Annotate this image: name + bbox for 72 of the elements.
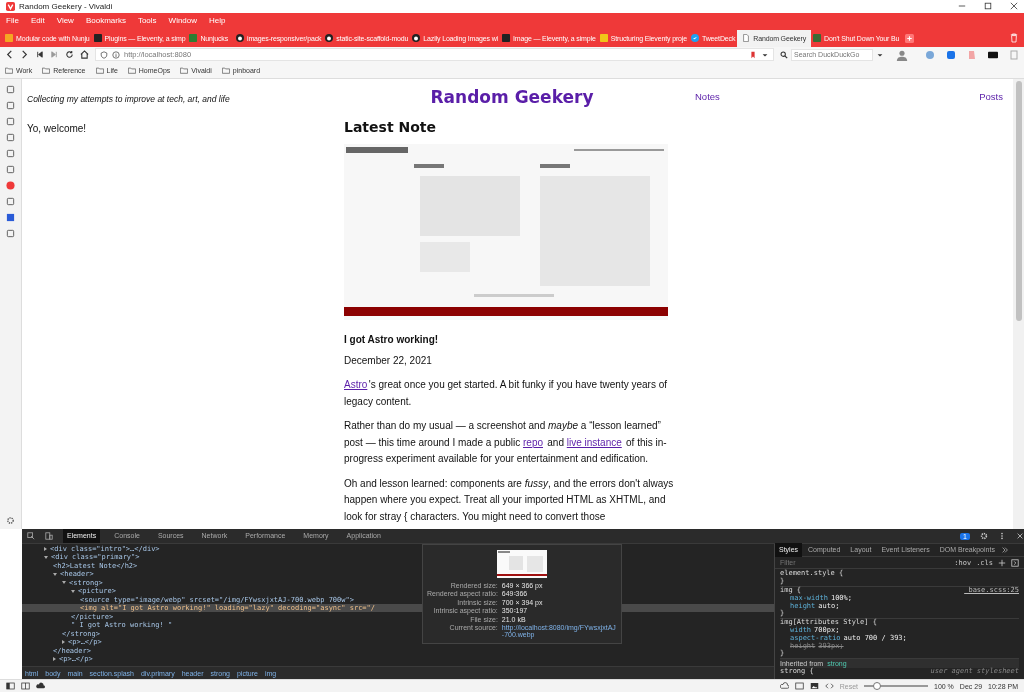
site-icon xyxy=(93,34,102,43)
window-title: Random Geekery - Vivaldi xyxy=(19,2,113,11)
expanded-arrow-icon[interactable] xyxy=(71,589,75,593)
maximize-icon[interactable] xyxy=(984,2,992,11)
trash-icon[interactable] xyxy=(1010,32,1018,43)
rewind-icon[interactable] xyxy=(35,50,44,60)
new-tab-icon[interactable] xyxy=(905,33,915,43)
text-link[interactable]: repo xyxy=(523,436,543,448)
welcome-text: Yo, welcome! xyxy=(27,122,88,134)
folder-icon xyxy=(95,66,104,74)
collapsed-arrow-icon[interactable] xyxy=(53,657,56,662)
avatar-icon[interactable] xyxy=(896,48,908,61)
menu-item[interactable]: Help xyxy=(209,15,226,25)
site-tagline: Collecting my attempts to improve at tech, art, and life xyxy=(27,93,230,104)
code-icon[interactable] xyxy=(824,682,834,690)
folder-icon xyxy=(221,66,230,74)
site-icon xyxy=(5,34,13,43)
menu-item[interactable]: Window xyxy=(168,15,198,25)
info-icon xyxy=(112,50,120,59)
more-icon[interactable] xyxy=(998,532,1006,541)
menu-item[interactable]: View xyxy=(56,15,74,25)
search-icon xyxy=(780,50,788,59)
text-link[interactable]: Astro xyxy=(344,379,368,391)
site-icon xyxy=(189,34,198,43)
collapsed-arrow-icon[interactable] xyxy=(62,640,65,645)
folder-icon xyxy=(42,66,51,74)
reload-icon[interactable] xyxy=(65,50,74,60)
fast-forward-icon[interactable] xyxy=(50,50,59,60)
chevron-icon[interactable] xyxy=(1000,546,1009,555)
note-date: December 22, 2021 xyxy=(344,353,432,368)
site-icon xyxy=(599,34,608,43)
cloud-icon[interactable] xyxy=(779,682,789,690)
tile-icon[interactable] xyxy=(21,682,30,690)
back-icon[interactable] xyxy=(5,50,14,60)
folder-icon xyxy=(5,66,13,74)
folder-icon xyxy=(127,66,136,74)
nav-link[interactable]: Notes xyxy=(695,91,720,103)
menu-item[interactable]: Edit xyxy=(30,15,45,25)
image-icon[interactable] xyxy=(809,682,819,690)
bird-icon xyxy=(690,34,699,43)
paragraph: Astro's great once you get started. A bit funky if you have twenty years of legacy content. xyxy=(344,378,669,409)
site-icon xyxy=(501,34,510,43)
text-link[interactable]: live instance xyxy=(566,436,622,448)
section-heading: Latest Note xyxy=(344,118,436,135)
settings-icon[interactable] xyxy=(6,516,15,526)
nav-link[interactable]: Posts xyxy=(979,91,1003,103)
shield-icon xyxy=(100,50,108,59)
cloud-icon[interactable] xyxy=(36,682,45,690)
site-icon xyxy=(813,34,821,43)
sidebar-toggle-icon[interactable] xyxy=(1011,558,1019,567)
monitor-icon[interactable] xyxy=(794,682,804,690)
home-icon[interactable] xyxy=(80,50,89,60)
paragraph: Rather than do my usual — a screenshot and maybe a “lesson learned” post — this time around I made a public repo and live instance of this in-progress experiment available for your entertainment and edification. xyxy=(344,419,668,467)
expanded-arrow-icon[interactable] xyxy=(53,572,57,576)
note-title: I got Astro working! xyxy=(344,333,439,345)
site-title-link[interactable]: Random Geekery xyxy=(430,86,594,107)
panel-toggle-icon[interactable] xyxy=(6,682,15,690)
forward-icon[interactable] xyxy=(20,50,29,60)
device-icon[interactable] xyxy=(45,532,53,541)
expanded-arrow-icon[interactable] xyxy=(44,555,48,559)
expanded-arrow-icon[interactable] xyxy=(62,581,66,585)
extension-icon[interactable] xyxy=(988,49,998,60)
page-icon xyxy=(742,34,751,43)
menu-item[interactable]: File xyxy=(6,15,19,25)
zoom-slider[interactable] xyxy=(872,681,881,690)
close-icon[interactable] xyxy=(1010,2,1018,11)
paragraph: Oh and lesson learned: components are fussy, and the errors don't always happen where you expect. Treat all your imported HTML as XHTML, and look for stray { characters. You might need to convert those xyxy=(344,476,675,524)
inspect-icon[interactable] xyxy=(27,532,35,541)
collapsed-arrow-icon[interactable] xyxy=(44,546,47,551)
menu-item[interactable]: Tools xyxy=(137,15,157,25)
menu-item[interactable]: Bookmarks xyxy=(85,15,126,25)
folder-icon xyxy=(180,66,189,74)
